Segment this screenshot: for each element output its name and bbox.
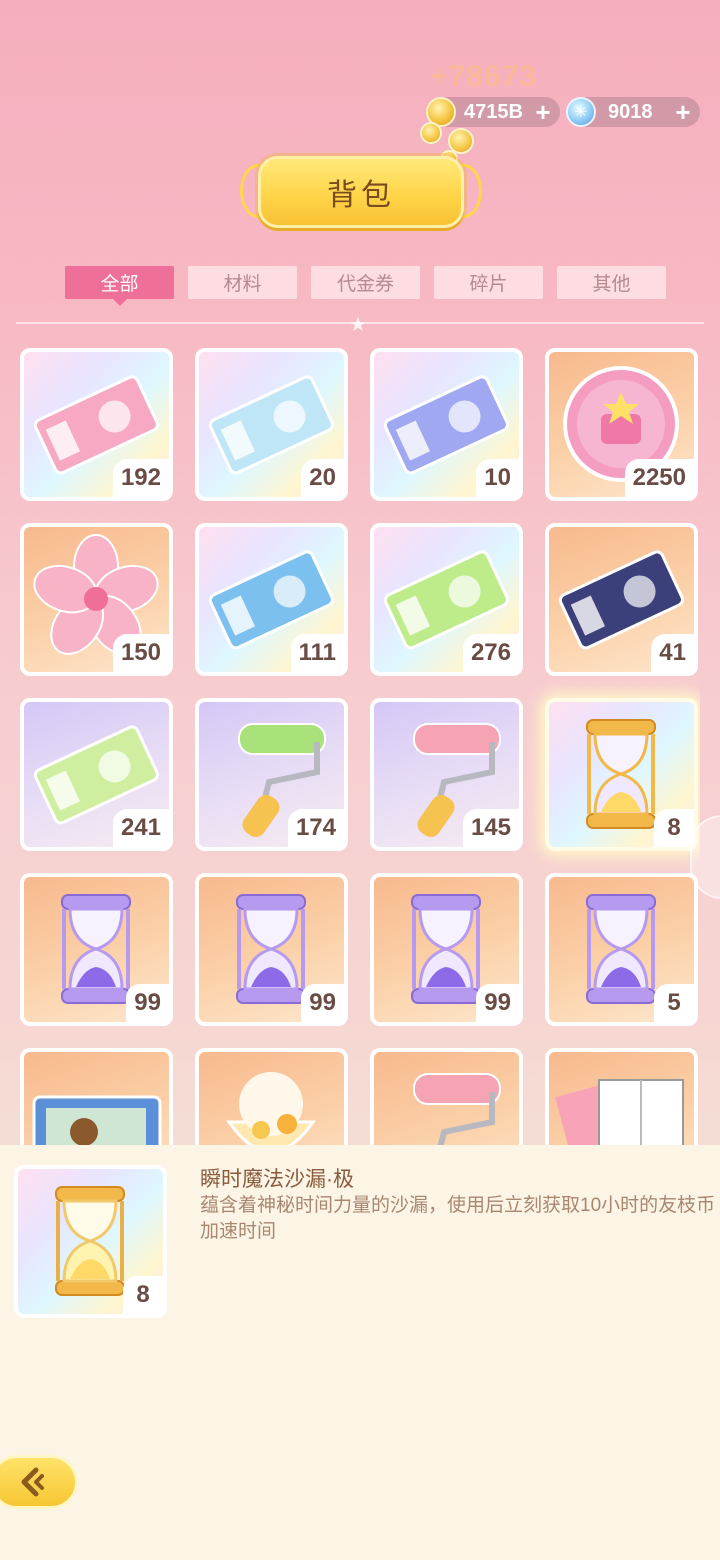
item-count-badge: 5 [654, 984, 694, 1022]
snowflake-gem-icon: ✳ [566, 97, 596, 127]
inventory-slot[interactable]: 8 [545, 698, 698, 851]
item-count-badge: 8 [654, 809, 694, 847]
inventory-grid: 192 20 10 2250 150 111 276 41 241 174 145 8 99 99 99 5 [20, 348, 700, 1145]
inventory-slot[interactable]: 5 [545, 873, 698, 1026]
inventory-slot[interactable]: 276 [370, 523, 523, 676]
item-count-badge: 99 [476, 984, 519, 1022]
detail-item-count: 8 [123, 1276, 163, 1314]
back-button[interactable] [0, 1455, 78, 1509]
game-controller-icon [413, 1073, 501, 1145]
gem-amount: 9018 [608, 100, 653, 123]
detail-item-slot: 8 [14, 1165, 167, 1318]
inventory-slot[interactable]: 150 [20, 523, 173, 676]
tab-2[interactable]: 代金券 [311, 266, 420, 299]
item-count-badge: 192 [112, 459, 169, 497]
manga-book-icon [555, 1079, 684, 1145]
inventory-slot[interactable]: 99 [20, 873, 173, 1026]
detail-item-name: 瞬时魔法沙漏·极 [200, 1168, 354, 1191]
inventory-slot[interactable]: 241 [20, 698, 173, 851]
item-count-badge: 276 [462, 634, 519, 672]
inventory-slot[interactable] [20, 1048, 173, 1145]
item-count-badge: 241 [112, 809, 169, 847]
item-count-badge: 99 [301, 984, 344, 1022]
inventory-slot[interactable]: 99 [370, 873, 523, 1026]
item-count-badge: 174 [287, 809, 344, 847]
tab-3[interactable]: 碎片 [434, 266, 543, 299]
inventory-slot[interactable]: 2250 [545, 348, 698, 501]
add-gem-button[interactable]: + [670, 99, 696, 125]
inventory-slot[interactable]: 111 [195, 523, 348, 676]
ice-cream-sundae-icon [226, 1072, 316, 1145]
item-count-badge: 20 [301, 459, 344, 497]
gold-currency-display[interactable]: 4715B + [426, 97, 560, 127]
inventory-slot[interactable]: 174 [195, 698, 348, 851]
inventory-slot[interactable] [370, 1048, 523, 1145]
falling-coin-icon [420, 122, 442, 144]
tab-0[interactable]: 全部 [65, 266, 174, 306]
item-count-badge: 99 [126, 984, 169, 1022]
inventory-slot[interactable]: 99 [195, 873, 348, 1026]
detail-item-description: 蕴含着神秘时间力量的沙漏，使用后立刻获取10小时的友枝币加速时间 [200, 1195, 716, 1242]
category-tabs: 全部 材料 代金券 碎片 其他 [65, 266, 666, 306]
floating-score-text: +78673 [430, 60, 537, 93]
inventory-slot[interactable]: 10 [370, 348, 523, 501]
inventory-slot[interactable]: 41 [545, 523, 698, 676]
back-arrow-icon [21, 1467, 44, 1497]
star-icon: ★ [349, 314, 367, 336]
item-count-badge: 145 [462, 809, 519, 847]
puzzle-box-icon [32, 1095, 162, 1145]
add-gold-button[interactable]: + [530, 99, 556, 125]
inventory-slot[interactable]: 192 [20, 348, 173, 501]
tab-1[interactable]: 材料 [188, 266, 297, 299]
gem-currency-display[interactable]: ✳ 9018 + [566, 97, 700, 127]
inventory-slot[interactable]: 145 [370, 698, 523, 851]
item-count-badge: 41 [651, 634, 694, 672]
inventory-slot[interactable]: 20 [195, 348, 348, 501]
item-count-badge: 150 [112, 634, 169, 672]
item-count-badge: 111 [290, 634, 344, 672]
item-count-badge: 2250 [624, 459, 694, 497]
gold-amount: 4715B [464, 100, 523, 123]
item-count-badge: 10 [476, 459, 519, 497]
inventory-slot[interactable] [545, 1048, 698, 1145]
item-detail-panel: 8 瞬时魔法沙漏·极 蕴含着神秘时间力量的沙漏，使用后立刻获取10小时的友枝币加… [0, 1145, 720, 1560]
page-title: 背包 [258, 156, 464, 228]
inventory-slot[interactable] [195, 1048, 348, 1145]
tab-4[interactable]: 其他 [557, 266, 666, 299]
